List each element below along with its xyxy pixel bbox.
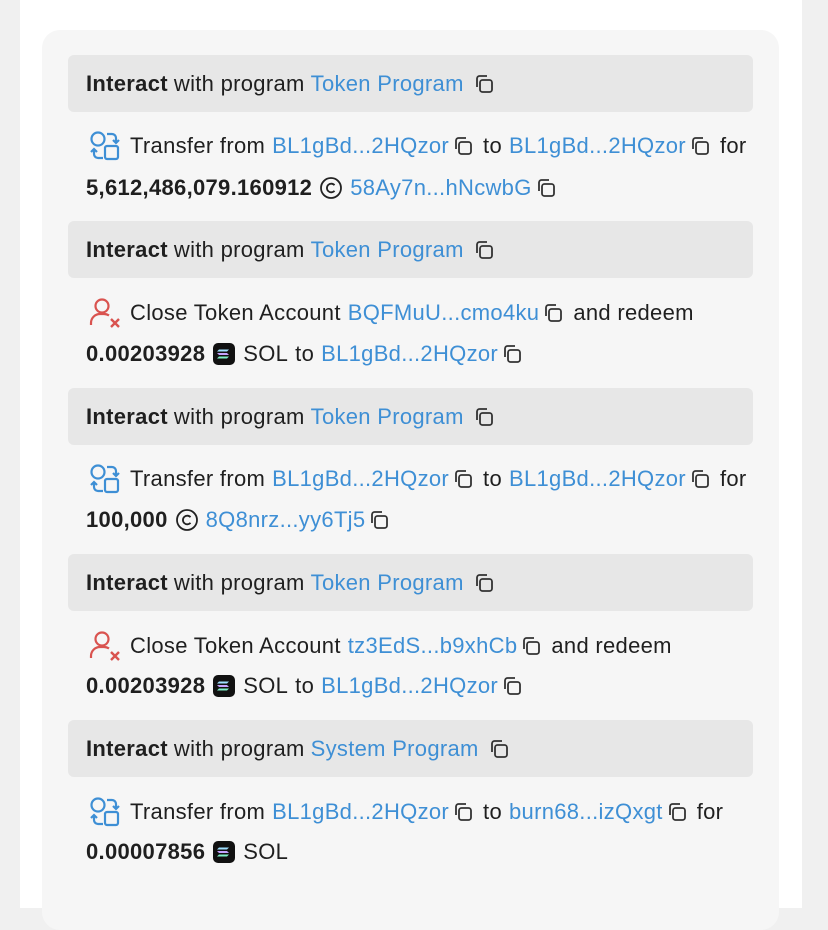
coin-icon [175, 508, 199, 532]
transfer-action-line: Transfer from BL1gBd...2HQzor to BL1gBd.… [86, 462, 747, 496]
copy-icon[interactable] [688, 467, 712, 491]
from-address-link[interactable]: BL1gBd...2HQzor [272, 799, 449, 825]
close-account-detail-line: 0.00203928 SOL to BL1gBd...2HQzor [86, 669, 532, 703]
copy-icon[interactable] [451, 467, 475, 491]
sol-icon [212, 674, 236, 698]
sol-icon [212, 342, 236, 366]
copy-icon[interactable] [500, 674, 524, 698]
amount-value: 5,612,486,079.160912 [86, 175, 313, 200]
and-redeem-text: and redeem [573, 300, 694, 325]
action-verb: Transfer from [130, 466, 266, 491]
transfer-detail-line: 5,612,486,079.160912 58Ay7n...hNcwbG [86, 171, 566, 205]
token-mint-link[interactable]: 8Q8nrz...yy6Tj5 [206, 507, 366, 533]
to-word: to [295, 341, 315, 366]
close-account-icon [88, 296, 122, 330]
close-account-detail-line: 0.00203928 SOL to BL1gBd...2HQzor [86, 337, 532, 371]
transfer-icon [88, 795, 122, 829]
for-word: for [719, 466, 747, 491]
instruction-header: Interact with program Token Program [68, 221, 753, 278]
to-address-link[interactable]: BL1gBd...2HQzor [509, 466, 686, 492]
action-verb: Transfer from [130, 133, 266, 158]
copy-icon[interactable] [451, 800, 475, 824]
amount-value: 0.00203928 [86, 673, 206, 698]
copy-icon[interactable] [688, 134, 712, 158]
close-account-line: Close Token Account BQFMuU...cmo4ku and … [86, 296, 694, 330]
action-verb: Close Token Account [130, 633, 341, 658]
from-address-link[interactable]: BL1gBd...2HQzor [272, 466, 449, 492]
amount-value: 0.00203928 [86, 341, 206, 366]
to-word: to [483, 466, 502, 491]
copy-icon[interactable] [500, 342, 524, 366]
interact-keyword: Interact [86, 735, 168, 761]
interact-keyword: Interact [86, 569, 168, 595]
transfer-icon [88, 129, 122, 163]
with-program-text: with program [173, 236, 305, 262]
account-address-link[interactable]: BQFMuU...cmo4ku [348, 300, 540, 326]
to-address-link[interactable]: BL1gBd...2HQzor [321, 341, 498, 367]
amount-value: 0.00007856 [86, 839, 206, 864]
transfer-detail-line: 0.00007856 SOL [86, 835, 288, 869]
token-mint-link[interactable]: 58Ay7n...hNcwbG [350, 175, 531, 201]
to-word: to [483, 799, 502, 824]
from-address-link[interactable]: BL1gBd...2HQzor [272, 133, 449, 159]
transfer-action-line: Transfer from BL1gBd...2HQzor to BL1gBd.… [86, 129, 747, 163]
instruction-header: Interact with program Token Program [68, 55, 753, 112]
transfer-action-line: Transfer from BL1gBd...2HQzor to burn68.… [86, 795, 723, 829]
copy-icon[interactable] [472, 571, 496, 595]
and-redeem-text: and redeem [551, 633, 672, 658]
close-account-icon [88, 629, 122, 663]
instruction-header: Interact with program Token Program [68, 388, 753, 445]
for-word: for [719, 133, 747, 158]
coin-icon [319, 176, 343, 200]
close-account-line: Close Token Account tz3EdS...b9xhCb and … [86, 629, 672, 663]
copy-icon[interactable] [472, 72, 496, 96]
token-symbol: SOL [243, 673, 289, 698]
to-address-link[interactable]: burn68...izQxgt [509, 799, 663, 825]
interact-keyword: Interact [86, 403, 168, 429]
for-word: for [696, 799, 724, 824]
program-link[interactable]: Token Program [311, 404, 464, 430]
program-link[interactable]: Token Program [311, 71, 464, 97]
copy-icon[interactable] [665, 800, 689, 824]
copy-icon[interactable] [519, 634, 543, 658]
sol-icon [212, 840, 236, 864]
instruction-header: Interact with program System Program [68, 720, 753, 777]
program-link[interactable]: System Program [311, 736, 479, 762]
copy-icon[interactable] [487, 737, 511, 761]
copy-icon[interactable] [367, 508, 391, 532]
action-verb: Transfer from [130, 799, 266, 824]
transfer-icon [88, 462, 122, 496]
token-symbol: SOL [243, 839, 289, 864]
with-program-text: with program [173, 735, 305, 761]
token-symbol: SOL [243, 341, 289, 366]
transfer-detail-line: 100,000 8Q8nrz...yy6Tj5 [86, 503, 399, 537]
copy-icon[interactable] [541, 301, 565, 325]
interact-keyword: Interact [86, 70, 168, 96]
action-verb: Close Token Account [130, 300, 341, 325]
instruction-header: Interact with program Token Program [68, 554, 753, 611]
program-link[interactable]: Token Program [311, 237, 464, 263]
to-address-link[interactable]: BL1gBd...2HQzor [321, 673, 498, 699]
copy-icon[interactable] [472, 405, 496, 429]
amount-value: 100,000 [86, 507, 168, 532]
to-word: to [483, 133, 502, 158]
program-link[interactable]: Token Program [311, 570, 464, 596]
copy-icon[interactable] [534, 176, 558, 200]
copy-icon[interactable] [451, 134, 475, 158]
copy-icon[interactable] [472, 238, 496, 262]
to-address-link[interactable]: BL1gBd...2HQzor [509, 133, 686, 159]
with-program-text: with program [173, 569, 305, 595]
interact-keyword: Interact [86, 236, 168, 262]
account-address-link[interactable]: tz3EdS...b9xhCb [348, 633, 518, 659]
with-program-text: with program [173, 403, 305, 429]
to-word: to [295, 673, 315, 698]
with-program-text: with program [173, 70, 305, 96]
